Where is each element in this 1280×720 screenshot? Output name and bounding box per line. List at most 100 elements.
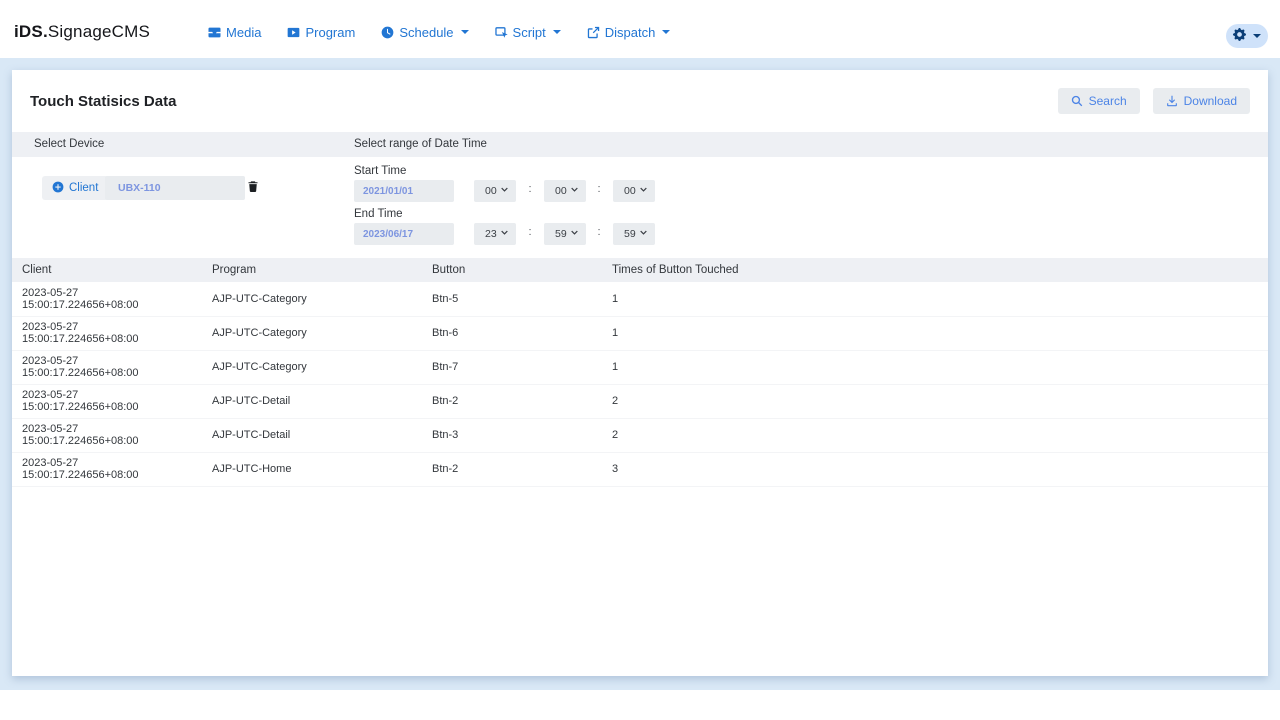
end-time-label: End Time xyxy=(354,208,403,220)
delete-device-button[interactable] xyxy=(245,178,261,198)
chevron-down-icon xyxy=(639,228,648,240)
chevron-down-icon xyxy=(570,228,579,240)
touch-statistics-card: Touch Statisics Data Search Download Sel… xyxy=(12,70,1268,676)
nav-program-label: Program xyxy=(305,25,355,40)
end-date-input[interactable] xyxy=(354,223,454,245)
cell-client: 2023-05-27 15:00:17.224656+08:00 xyxy=(12,316,202,350)
table-header-row: Client Program Button Times of Button To… xyxy=(12,258,1268,282)
table-row: 2023-05-27 15:00:17.224656+08:00 AJP-UTC… xyxy=(12,282,1268,316)
cell-button: Btn-7 xyxy=(422,350,602,384)
cell-program: AJP-UTC-Category xyxy=(202,316,422,350)
start-time-label: Start Time xyxy=(354,165,406,177)
chevron-down-icon xyxy=(500,228,509,240)
header-actions: Search Download xyxy=(1058,88,1250,114)
cell-button: Btn-6 xyxy=(422,316,602,350)
app-header: iDS.SignageCMS Media Program Schedule Sc… xyxy=(0,0,1280,58)
table-row: 2023-05-27 15:00:17.224656+08:00 AJP-UTC… xyxy=(12,418,1268,452)
program-icon xyxy=(287,26,300,39)
logo-rest-text: SignageCMS xyxy=(48,22,150,41)
cell-times: 3 xyxy=(602,452,1268,486)
main-nav: Media Program Schedule Script Dispatch xyxy=(208,25,670,40)
caret-down-icon xyxy=(662,30,670,34)
time-separator: : xyxy=(592,183,606,195)
logo-bold-text: iDS. xyxy=(14,22,48,41)
cell-times: 1 xyxy=(602,350,1268,384)
download-icon xyxy=(1166,95,1178,107)
start-date-input[interactable] xyxy=(354,180,454,202)
add-client-button-label: Client xyxy=(69,182,98,194)
time-separator: : xyxy=(592,226,606,238)
cell-client: 2023-05-27 15:00:17.224656+08:00 xyxy=(12,384,202,418)
table-row: 2023-05-27 15:00:17.224656+08:00 AJP-UTC… xyxy=(12,316,1268,350)
cell-client: 2023-05-27 15:00:17.224656+08:00 xyxy=(12,350,202,384)
table-row: 2023-05-27 15:00:17.224656+08:00 AJP-UTC… xyxy=(12,350,1268,384)
cell-times: 1 xyxy=(602,282,1268,316)
cell-program: AJP-UTC-Detail xyxy=(202,418,422,452)
download-button-label: Download xyxy=(1184,94,1237,108)
start-minute-value: 00 xyxy=(555,185,567,197)
cell-client: 2023-05-27 15:00:17.224656+08:00 xyxy=(12,418,202,452)
col-header-button: Button xyxy=(422,258,602,282)
col-header-client: Client xyxy=(12,258,202,282)
nav-schedule[interactable]: Schedule xyxy=(381,25,468,40)
script-icon xyxy=(495,26,508,39)
touch-statistics-table: Client Program Button Times of Button To… xyxy=(12,258,1268,487)
start-hour-select[interactable]: 00 xyxy=(474,180,516,202)
end-minute-value: 59 xyxy=(555,228,567,240)
cell-button: Btn-5 xyxy=(422,282,602,316)
cell-client: 2023-05-27 15:00:17.224656+08:00 xyxy=(12,282,202,316)
time-separator: : xyxy=(523,183,537,195)
download-button[interactable]: Download xyxy=(1153,88,1250,114)
plus-circle-icon xyxy=(52,181,64,196)
chevron-down-icon xyxy=(500,185,509,197)
caret-down-icon xyxy=(1253,34,1261,38)
filter-section-headers: Select Device Select range of Date Time xyxy=(12,132,1268,157)
start-second-select[interactable]: 00 xyxy=(613,180,655,202)
time-separator: : xyxy=(523,226,537,238)
device-input[interactable] xyxy=(105,176,245,200)
cell-times: 2 xyxy=(602,418,1268,452)
page-title: Touch Statisics Data xyxy=(30,93,176,110)
nav-program[interactable]: Program xyxy=(287,25,355,40)
nav-media-label: Media xyxy=(226,25,261,40)
cell-program: AJP-UTC-Category xyxy=(202,350,422,384)
search-icon xyxy=(1071,95,1083,107)
start-minute-select[interactable]: 00 xyxy=(544,180,586,202)
page-background: Touch Statisics Data Search Download Sel… xyxy=(0,58,1280,690)
cell-times: 2 xyxy=(602,384,1268,418)
caret-down-icon xyxy=(553,30,561,34)
end-second-value: 59 xyxy=(624,228,636,240)
chevron-down-icon xyxy=(570,185,579,197)
nav-media[interactable]: Media xyxy=(208,25,261,40)
col-header-program: Program xyxy=(202,258,422,282)
trash-icon xyxy=(247,181,259,196)
app-logo[interactable]: iDS.SignageCMS xyxy=(14,22,150,42)
end-second-select[interactable]: 59 xyxy=(613,223,655,245)
cell-button: Btn-3 xyxy=(422,418,602,452)
start-second-value: 00 xyxy=(624,185,636,197)
filter-controls: Client Start Time 00 : 00 : 00 End Ti xyxy=(12,157,1268,258)
nav-script[interactable]: Script xyxy=(495,25,561,40)
table-row: 2023-05-27 15:00:17.224656+08:00 AJP-UTC… xyxy=(12,384,1268,418)
cell-program: AJP-UTC-Category xyxy=(202,282,422,316)
end-minute-select[interactable]: 59 xyxy=(544,223,586,245)
nav-dispatch[interactable]: Dispatch xyxy=(587,25,671,40)
chevron-down-icon xyxy=(639,185,648,197)
cell-client: 2023-05-27 15:00:17.224656+08:00 xyxy=(12,452,202,486)
caret-down-icon xyxy=(461,30,469,34)
settings-button[interactable] xyxy=(1226,24,1268,48)
col-header-times: Times of Button Touched xyxy=(602,258,1268,282)
nav-script-label: Script xyxy=(513,25,546,40)
cell-program: AJP-UTC-Detail xyxy=(202,384,422,418)
search-button[interactable]: Search xyxy=(1058,88,1140,114)
start-hour-value: 00 xyxy=(485,185,497,197)
end-hour-value: 23 xyxy=(485,228,497,240)
search-button-label: Search xyxy=(1089,94,1127,108)
gear-icon xyxy=(1233,28,1246,44)
cell-button: Btn-2 xyxy=(422,452,602,486)
cell-program: AJP-UTC-Home xyxy=(202,452,422,486)
table-row: 2023-05-27 15:00:17.224656+08:00 AJP-UTC… xyxy=(12,452,1268,486)
add-client-button[interactable]: Client xyxy=(42,176,108,200)
card-header: Touch Statisics Data Search Download xyxy=(12,70,1268,132)
end-hour-select[interactable]: 23 xyxy=(474,223,516,245)
